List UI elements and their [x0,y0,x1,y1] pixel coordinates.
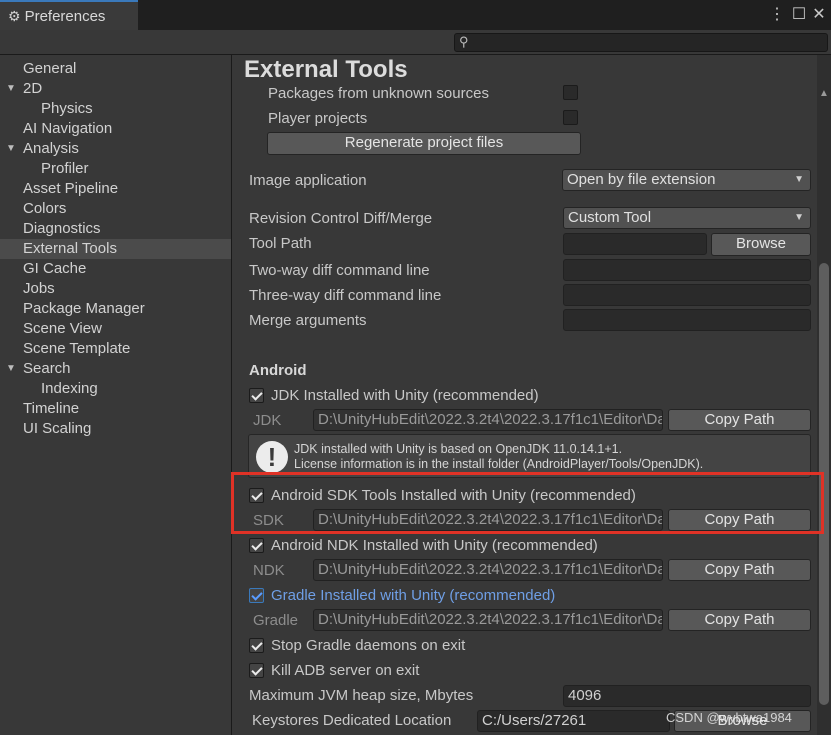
sidebar-item-diagnostics[interactable]: Diagnostics [0,219,231,239]
sdk-highlight-box [231,472,824,534]
tool-path-field[interactable] [563,233,707,255]
more-options-icon[interactable]: ⋮ [768,5,786,25]
chevron-down-icon: ▼ [794,212,804,223]
scroll-up-icon[interactable]: ▲ [819,88,829,99]
sidebar-item-scene-view[interactable]: Scene View [0,319,231,339]
ndk-label: NDK [253,562,285,579]
merge-arguments-label: Merge arguments [249,312,367,329]
sidebar-item-scene-template[interactable]: Scene Template [0,339,231,359]
stop-gradle-label: Stop Gradle daemons on exit [271,637,466,654]
gradle-label: Gradle [253,612,299,629]
player-projects-label: Player projects [268,110,368,127]
jdk-info-message: JDK installed with Unity is based on Ope… [294,442,703,472]
sidebar-item-jobs[interactable]: Jobs [0,279,231,299]
jdk-installed-checkbox[interactable] [249,388,264,403]
jdk-copy-path-button[interactable]: Copy Path [668,409,811,431]
three-way-diff-label: Three-way diff command line [249,287,442,304]
kill-adb-checkbox[interactable] [249,663,264,678]
sidebar-item-timeline[interactable]: Timeline [0,399,231,419]
tool-path-label: Tool Path [249,235,312,252]
three-way-diff-field[interactable] [563,284,811,306]
image-application-label: Image application [249,172,367,189]
sidebar: General ▼ 2D Physics AI Navigation ▼ Analy… [0,55,232,735]
sidebar-item-indexing[interactable]: Indexing [0,379,231,399]
sidebar-item-search[interactable]: ▼ Search [0,359,231,379]
keystores-field[interactable]: C:/Users/27261 [477,710,670,732]
jdk-label: JDK [253,412,282,429]
sidebar-item-ui-scaling[interactable]: UI Scaling [0,419,231,439]
merge-arguments-field[interactable] [563,309,811,331]
jvm-heap-label: Maximum JVM heap size, Mbytes [249,687,474,704]
regenerate-project-files-button[interactable]: Regenerate project files [267,132,581,155]
ndk-copy-path-button[interactable]: Copy Path [668,559,811,581]
sidebar-item-physics[interactable]: Physics [0,99,231,119]
revision-control-label: Revision Control Diff/Merge [249,210,433,227]
sidebar-item-colors[interactable]: Colors [0,199,231,219]
jdk-installed-label: JDK Installed with Unity (recommended) [271,387,539,404]
ndk-installed-label: Android NDK Installed with Unity (recomm… [271,537,598,554]
sidebar-item-package-manager[interactable]: Package Manager [0,299,231,319]
packages-unknown-label: Packages from unknown sources [268,85,489,102]
chevron-down-icon[interactable]: ▼ [6,79,16,99]
gradle-copy-path-button[interactable]: Copy Path [668,609,811,631]
search-input[interactable]: ⚲ [454,33,828,52]
tab-preferences[interactable]: ⚙ Preferences [0,0,138,30]
maximize-icon[interactable]: ☐ [790,5,808,25]
watermark: CSDN @wybtwa1984 [666,710,792,725]
ndk-path-field[interactable]: D:\UnityHubEdit\2022.3.2t4\2022.3.17f1c1… [313,559,663,581]
gradle-installed-label: Gradle Installed with Unity (recommended… [271,587,556,604]
sidebar-item-gi-cache[interactable]: GI Cache [0,259,231,279]
chevron-down-icon[interactable]: ▼ [6,359,16,379]
stop-gradle-checkbox[interactable] [249,638,264,653]
keystores-label: Keystores Dedicated Location [252,712,452,729]
sidebar-item-general[interactable]: General [0,59,231,79]
image-application-value: Open by file extension [567,171,716,188]
gradle-path-field[interactable]: D:\UnityHubEdit\2022.3.2t4\2022.3.17f1c1… [313,609,663,631]
android-section-heading: Android [249,362,307,379]
revision-control-value: Custom Tool [568,209,652,226]
chevron-down-icon: ▼ [794,174,804,185]
page-title: External Tools [244,56,408,83]
sidebar-item-2d[interactable]: ▼ 2D [0,79,231,99]
player-projects-checkbox[interactable] [563,110,578,125]
packages-unknown-checkbox[interactable] [563,85,578,100]
sidebar-item-asset-pipeline[interactable]: Asset Pipeline [0,179,231,199]
jdk-info-line-2: License information is in the install fo… [294,457,704,471]
chevron-down-icon[interactable]: ▼ [6,139,16,159]
kill-adb-label: Kill ADB server on exit [271,662,420,679]
jvm-heap-field[interactable]: 4096 [563,685,811,707]
browse-button[interactable]: Browse [711,233,811,256]
gradle-installed-checkbox[interactable] [249,588,264,603]
two-way-diff-field[interactable] [563,259,811,281]
sidebar-item-ai-navigation[interactable]: AI Navigation [0,119,231,139]
sidebar-item-profiler[interactable]: Profiler [0,159,231,179]
search-icon: ⚲ [459,34,469,49]
tab-title: Preferences [24,7,106,25]
two-way-diff-label: Two-way diff command line [249,262,430,279]
close-icon[interactable]: ✕ [810,5,828,25]
warning-icon: ! [256,441,288,473]
gear-icon: ⚙ [8,7,21,24]
jdk-path-field[interactable]: D:\UnityHubEdit\2022.3.2t4\2022.3.17f1c1… [313,409,663,431]
ndk-installed-checkbox[interactable] [249,538,264,553]
image-application-dropdown[interactable]: Open by file extension ▼ [562,169,811,191]
revision-control-dropdown[interactable]: Custom Tool ▼ [563,207,811,229]
sidebar-item-external-tools[interactable]: External Tools [0,239,231,259]
jdk-info-line-1: JDK installed with Unity is based on Ope… [294,442,623,456]
sidebar-item-analysis[interactable]: ▼ Analysis [0,139,231,159]
